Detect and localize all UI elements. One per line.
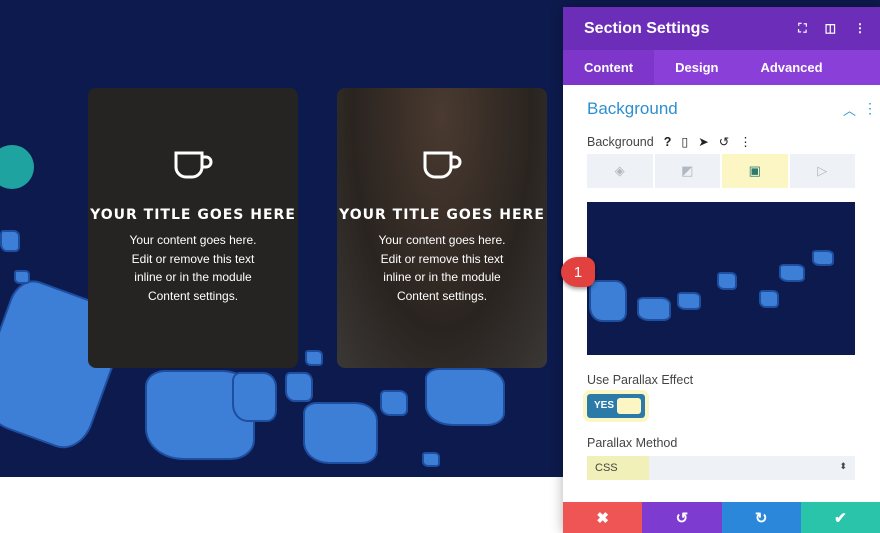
coffee-cup-icon <box>174 151 213 179</box>
tab-content[interactable]: Content <box>563 50 655 85</box>
close-icon: ✖ <box>596 509 609 527</box>
parallax-method-label: Parallax Method <box>587 436 678 450</box>
select-value: CSS <box>587 456 649 480</box>
redo-icon: ↻ <box>754 509 768 527</box>
rock <box>0 230 20 252</box>
redo-button[interactable]: ↻ <box>721 502 801 533</box>
card-body: Your content goes here. Edit or remove t… <box>378 233 506 303</box>
collapse-chevron-icon[interactable]: ︿ <box>843 100 856 119</box>
section-settings-panel: Section Settings ⛶ ◫ ⋮ Content Design Adva… <box>561 7 880 533</box>
tab-design[interactable]: Design <box>654 50 739 85</box>
blurb-card[interactable]: YOUR TITLE GOES HERE Your content goes h… <box>337 88 547 368</box>
rock <box>422 452 440 467</box>
rock <box>305 350 323 366</box>
responsive-icon[interactable]: ▯ <box>681 134 688 149</box>
bg-color-tab[interactable]: ◈ <box>587 154 653 188</box>
sidebar-toggle-icon[interactable]: ◫ <box>825 21 836 36</box>
card-title: YOUR TITLE GOES HERE <box>90 207 296 223</box>
save-button[interactable]: ✔ <box>800 502 880 533</box>
panel-header: Section Settings ⛶ ◫ ⋮ <box>563 7 880 50</box>
reset-icon[interactable]: ↺ <box>719 134 729 149</box>
panel-title: Section Settings <box>584 19 710 37</box>
image-icon: ▣ <box>748 163 761 178</box>
rock <box>812 250 834 266</box>
cancel-button[interactable]: ✖ <box>563 502 643 533</box>
background-label: Background <box>587 134 654 149</box>
blurb-card[interactable]: YOUR TITLE GOES HERE Your content goes h… <box>88 88 298 368</box>
tab-advanced[interactable]: Advanced <box>739 50 843 85</box>
rock <box>637 297 671 321</box>
expand-icon[interactable]: ⛶ <box>798 21 806 36</box>
rock <box>14 270 30 284</box>
rock <box>677 292 701 310</box>
rock <box>589 280 627 322</box>
rock <box>303 402 378 464</box>
bg-video-tab[interactable]: ▷ <box>789 154 855 188</box>
toggle-value: YES <box>594 400 615 411</box>
rock <box>425 368 505 426</box>
select-arrows-icon: ⬍ <box>839 461 847 471</box>
paint-bucket-icon: ◈ <box>614 163 625 178</box>
rock <box>779 264 805 282</box>
check-icon: ✔ <box>834 509 847 527</box>
card-body: Your content goes here. Edit or remove t… <box>129 233 257 303</box>
bg-gradient-tab[interactable]: ◩ <box>654 154 720 188</box>
more-options-icon[interactable]: ⋮ <box>854 21 866 36</box>
step-marker: 1 <box>561 257 595 287</box>
rock <box>759 290 779 308</box>
coffee-cup-icon <box>423 151 462 179</box>
video-icon: ▷ <box>817 163 828 178</box>
bg-image-tab[interactable]: ▣ <box>722 154 788 188</box>
background-label-row: Background ? ▯ ➤ ↺ ⋮ <box>587 134 752 150</box>
card-title: YOUR TITLE GOES HERE <box>339 207 545 223</box>
rock <box>717 272 737 290</box>
more-icon[interactable]: ⋮ <box>739 134 752 149</box>
help-icon[interactable]: ? <box>664 135 672 149</box>
section-toggle-title[interactable]: Background <box>587 99 678 119</box>
hover-icon[interactable]: ➤ <box>698 134 708 149</box>
planet <box>0 145 34 189</box>
rock <box>285 372 313 402</box>
rock <box>232 372 277 422</box>
background-image-preview[interactable] <box>587 202 855 355</box>
parallax-label: Use Parallax Effect <box>587 373 694 387</box>
parallax-method-select[interactable]: CSS ⬍ <box>587 456 855 480</box>
undo-button[interactable]: ↺ <box>642 502 722 533</box>
rock <box>380 390 408 416</box>
parallax-toggle[interactable]: YES <box>583 390 649 422</box>
section-more-icon[interactable]: ⋮ <box>863 100 877 117</box>
undo-icon: ↺ <box>675 509 689 527</box>
gradient-icon: ◩ <box>681 163 694 178</box>
